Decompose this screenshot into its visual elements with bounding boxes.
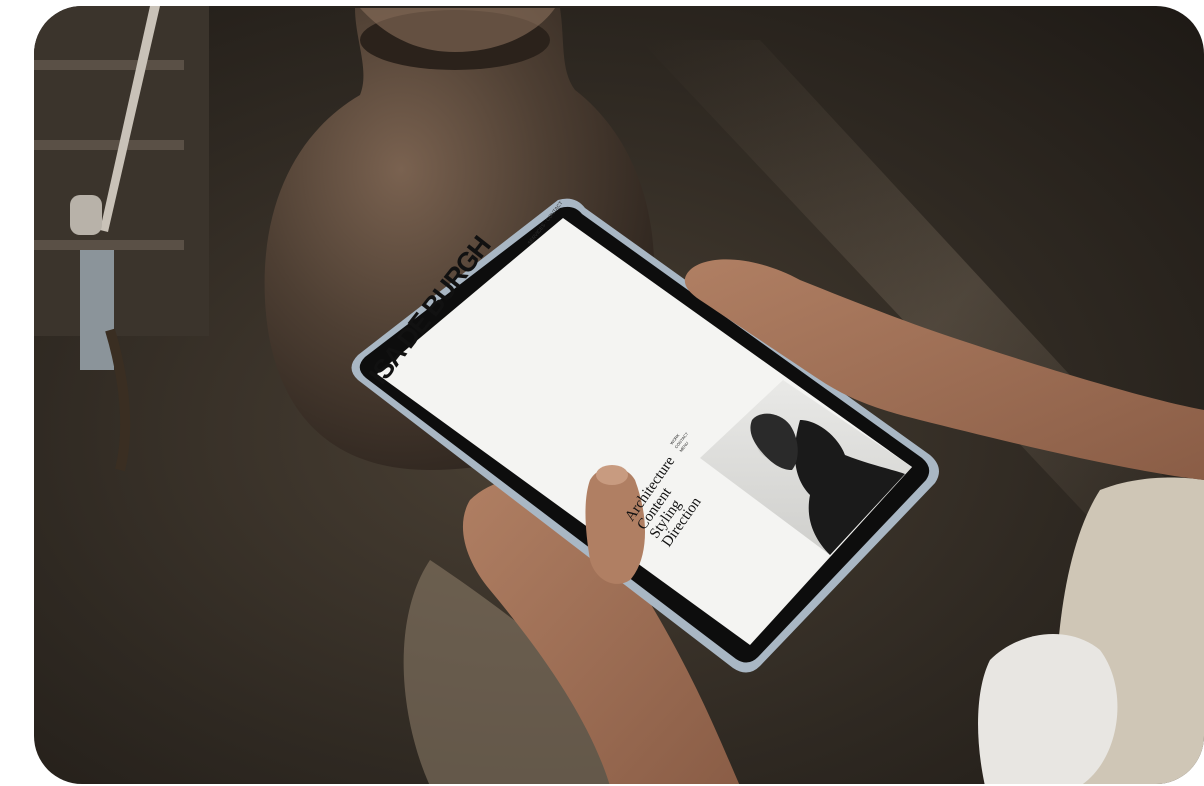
photo-frame [34, 6, 1204, 784]
photo-canvas: ISA DE BURGH SERVICES · CONTACT WORK CON… [34, 6, 1204, 784]
